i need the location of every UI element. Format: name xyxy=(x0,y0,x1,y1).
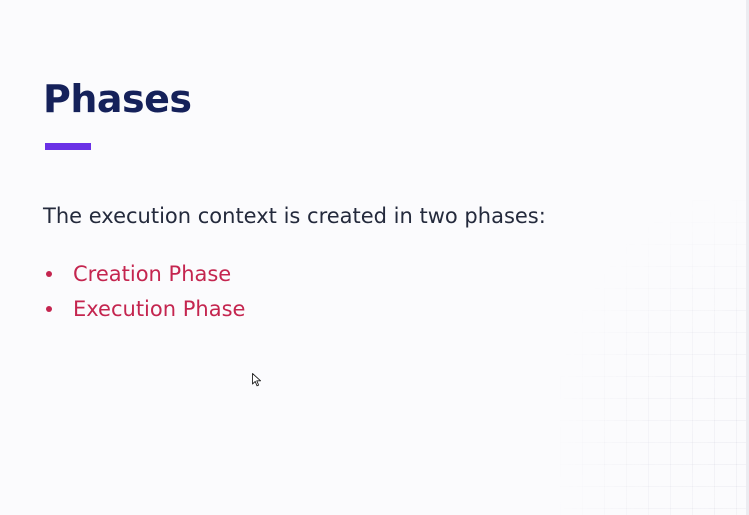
slide: Phases The execution context is created … xyxy=(0,0,749,515)
background-grid-decoration xyxy=(560,200,749,515)
list-item-label: Creation Phase xyxy=(73,262,232,286)
title-accent-bar xyxy=(45,143,91,150)
bullet-icon xyxy=(46,306,52,312)
slide-title: Phases xyxy=(43,77,192,121)
bullet-icon xyxy=(46,271,52,277)
intro-text: The execution context is created in two … xyxy=(43,204,546,228)
mouse-pointer-icon xyxy=(252,373,262,387)
list-item-label: Execution Phase xyxy=(73,297,246,321)
